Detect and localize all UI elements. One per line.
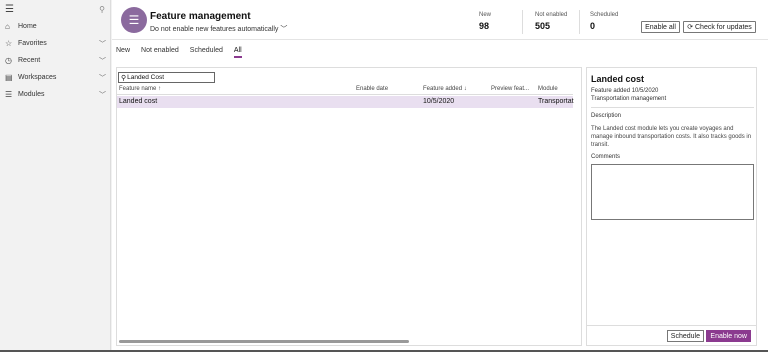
divider <box>579 10 580 34</box>
feature-details-pane: Landed cost Feature added 10/5/2020 Tran… <box>586 67 757 346</box>
tab-new[interactable]: New <box>116 47 130 58</box>
column-header-feature-name[interactable]: Feature name ↑ <box>119 86 161 92</box>
check-for-updates-button[interactable]: ⟳ Check for updates <box>683 21 756 33</box>
enable-now-button[interactable]: Enable now <box>706 330 751 342</box>
navigation-pane: ☰ ⚲ ⌂ Home ☆ Favorites ﹀ ◷ Recent ﹀ ▤ Wo… <box>0 0 111 352</box>
column-header-feature-added[interactable]: Feature added ↓ <box>423 86 467 92</box>
stat-not-enabled: Not enabled 505 <box>535 12 567 31</box>
refresh-icon: ⟳ <box>687 24 695 31</box>
search-value: Landed Cost <box>127 74 165 81</box>
nav-item-recent[interactable]: ◷ Recent ﹀ <box>0 52 110 69</box>
cell-module: Transportat <box>538 98 574 105</box>
tab-all[interactable]: All <box>233 47 242 58</box>
divider <box>522 10 523 34</box>
grid-search-input[interactable]: ⚲ Landed Cost <box>118 72 215 83</box>
workspace-icon: ▤ <box>5 73 13 82</box>
nav-item-label: Modules <box>18 91 45 98</box>
chevron-down-icon[interactable]: ﹀ <box>99 90 106 100</box>
nav-item-label: Workspaces <box>18 74 57 81</box>
stat-label: New <box>479 12 492 18</box>
stat-value: 505 <box>535 21 551 31</box>
nav-item-home[interactable]: ⌂ Home <box>0 18 110 35</box>
nav-item-modules[interactable]: ☰ Modules ﹀ <box>0 86 110 103</box>
column-header-enable-date[interactable]: Enable date <box>356 86 388 92</box>
table-row[interactable]: Landed cost 10/5/2020 Transportat <box>117 96 574 108</box>
column-header-module[interactable]: Module <box>538 86 558 92</box>
stat-value: 0 <box>590 21 596 31</box>
search-icon: ⚲ <box>121 74 127 82</box>
chevron-down-icon[interactable]: ﹀ <box>99 39 106 49</box>
nav-item-label: Recent <box>18 57 41 64</box>
comments-textarea[interactable] <box>591 164 754 220</box>
divider <box>591 107 754 108</box>
feature-management-icon: ☰ <box>121 7 147 33</box>
schedule-button[interactable]: Schedule <box>666 330 704 342</box>
feature-grid: ⚲ Landed Cost Feature name ↑ Enable date… <box>116 67 582 346</box>
check-for-updates-label: Check for updates <box>695 23 752 31</box>
home-icon: ⌂ <box>5 22 10 31</box>
nav-item-label: Home <box>18 23 37 30</box>
chevron-down-icon[interactable]: ﹀ <box>99 56 106 66</box>
hamburger-menu-icon[interactable]: ☰ <box>5 4 14 15</box>
tab-scheduled[interactable]: Scheduled <box>190 47 223 58</box>
list-icon: ☰ <box>5 90 13 99</box>
enable-all-button[interactable]: Enable all <box>641 21 680 33</box>
cell-feature-name: Landed cost <box>119 98 158 105</box>
stat-label: Scheduled <box>590 12 619 18</box>
stat-new: New 98 <box>479 12 491 31</box>
stat-label: Not enabled <box>535 12 568 18</box>
auto-enable-dropdown[interactable]: Do not enable new features automatically… <box>150 24 287 34</box>
pin-icon[interactable]: ⚲ <box>99 5 105 14</box>
description-text: The Landed cost module lets you create v… <box>591 126 752 148</box>
clock-icon: ◷ <box>5 56 12 65</box>
detail-module: Transportation management <box>591 96 667 102</box>
star-icon: ☆ <box>5 39 13 48</box>
horizontal-scrollbar[interactable] <box>119 340 409 343</box>
nav-item-workspaces[interactable]: ▤ Workspaces ﹀ <box>0 69 110 86</box>
page-header: ☰ Feature management Do not enable new f… <box>112 0 768 40</box>
cell-feature-added: 10/5/2020 <box>423 98 455 105</box>
nav-item-favorites[interactable]: ☆ Favorites ﹀ <box>0 35 110 52</box>
stat-value: 98 <box>479 21 490 31</box>
nav-top: ☰ ⚲ <box>0 0 110 18</box>
comments-heading: Comments <box>591 154 621 160</box>
detail-footer: Schedule Enable now <box>587 325 756 345</box>
nav-item-label: Favorites <box>18 40 47 47</box>
description-heading: Description <box>591 113 622 119</box>
chevron-down-icon: ﹀ <box>280 26 288 33</box>
column-header-preview-feature[interactable]: Preview feat... <box>491 86 529 92</box>
tab-not-enabled[interactable]: Not enabled <box>141 47 179 58</box>
main-content: ☰ Feature management Do not enable new f… <box>112 0 768 352</box>
stat-scheduled: Scheduled 0 <box>590 12 618 31</box>
auto-enable-label: Do not enable new features automatically <box>150 26 279 33</box>
detail-title: Landed cost <box>591 74 645 84</box>
grid-header: Feature name ↑ Enable date Feature added… <box>117 85 573 95</box>
detail-feature-added: Feature added 10/5/2020 <box>591 88 659 94</box>
page-title: Feature management <box>150 11 251 22</box>
filter-tabs: New Not enabled Scheduled All <box>116 47 242 58</box>
chevron-down-icon[interactable]: ﹀ <box>99 73 106 83</box>
